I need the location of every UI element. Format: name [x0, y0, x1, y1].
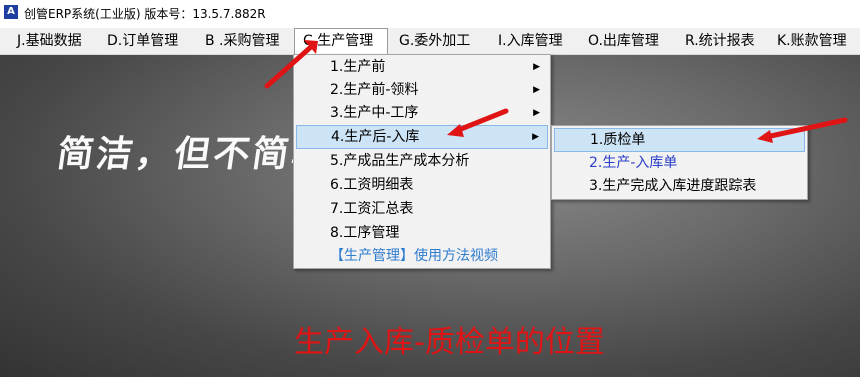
annotation-arrow: [757, 117, 848, 143]
annotation-arrows: [264, 40, 848, 143]
annotation-arrow: [447, 108, 509, 137]
annotation-arrow: [264, 40, 318, 89]
